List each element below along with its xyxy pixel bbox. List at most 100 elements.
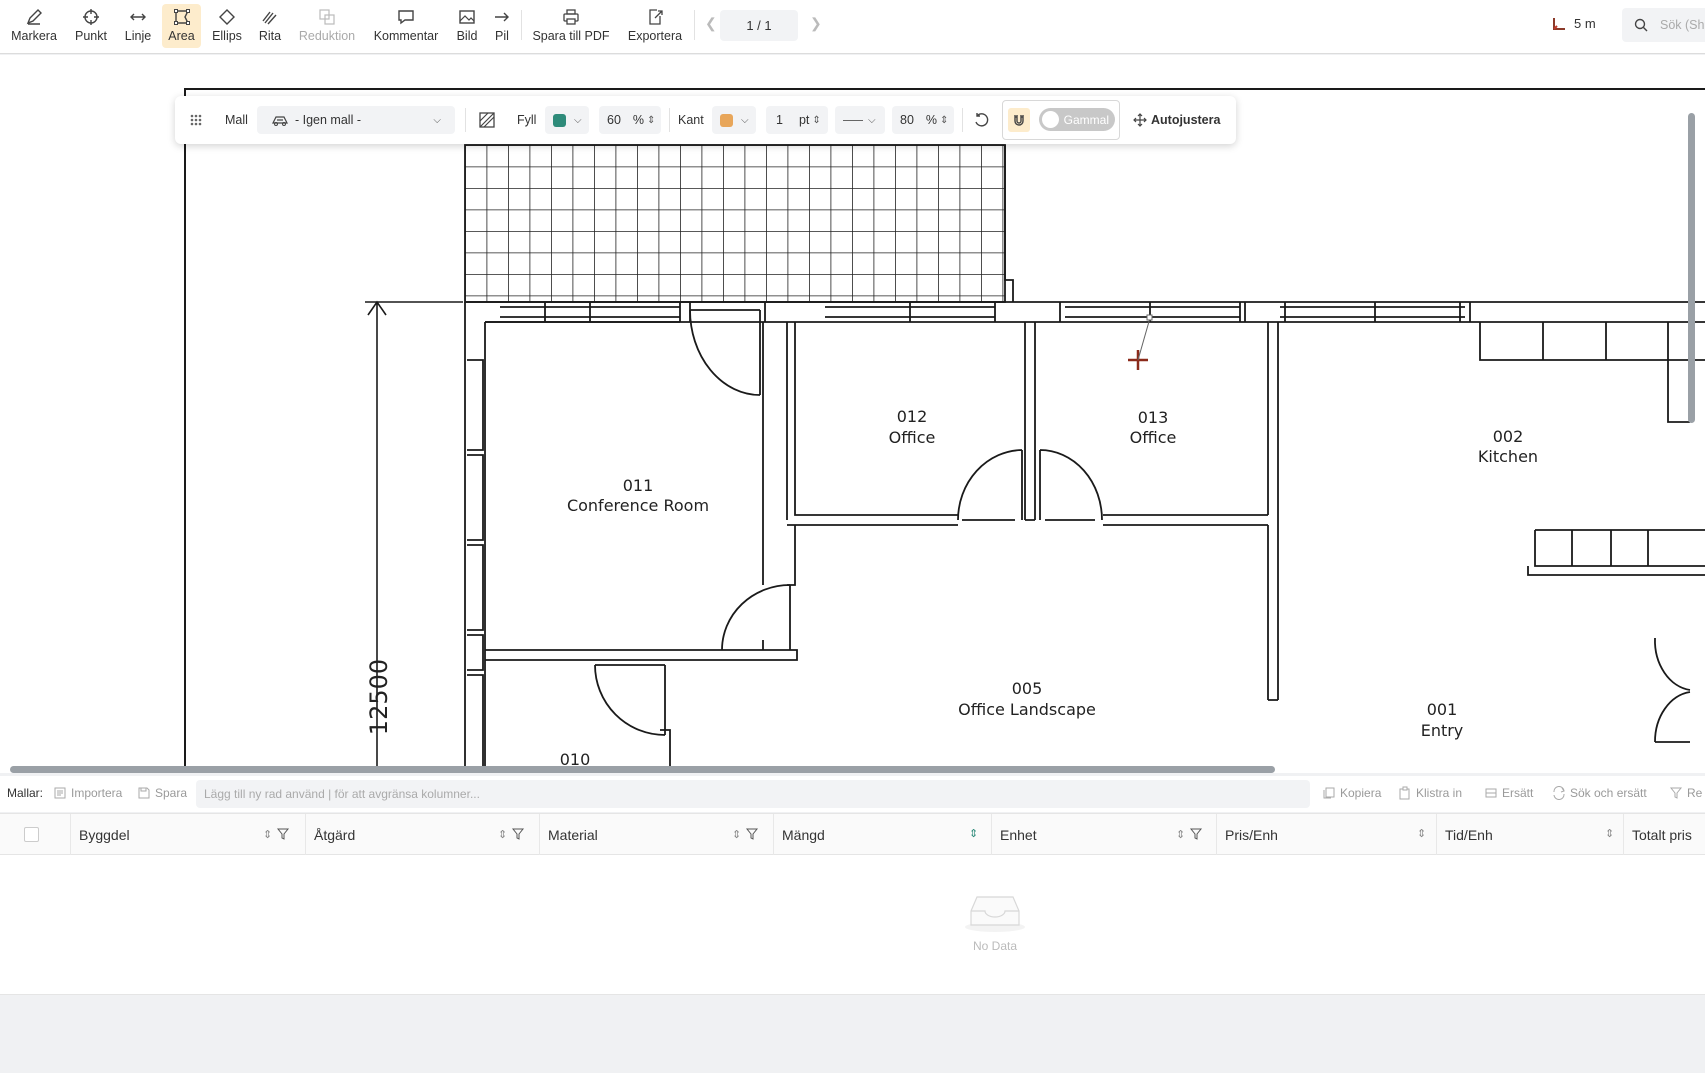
stepper-icon[interactable]: ⇕: [940, 115, 948, 126]
copy-button[interactable]: Kopiera: [1322, 786, 1381, 800]
replace-label: Ersätt: [1502, 786, 1534, 800]
filter-icon[interactable]: [745, 827, 759, 841]
column-header-mangd[interactable]: Mängd ⇕: [773, 814, 991, 855]
find-replace-button[interactable]: Sök och ersätt: [1552, 786, 1647, 800]
area-polygon-icon: [173, 9, 190, 25]
column-header-tid-enh[interactable]: Tid/Enh ⇕: [1436, 814, 1623, 855]
tool-bild-button[interactable]: Bild: [452, 4, 482, 48]
column-header-atgard[interactable]: Åtgärd ⇕: [305, 814, 539, 855]
search-input[interactable]: Sök (Shift+F): [1622, 8, 1705, 42]
search-icon: [1634, 18, 1648, 32]
toolbar-divider: [694, 10, 695, 40]
drag-handle-icon[interactable]: [189, 96, 203, 144]
tool-pil-button[interactable]: Pil: [490, 4, 514, 48]
paste-button[interactable]: Klistra in: [1398, 786, 1462, 800]
import-icon: [54, 787, 66, 799]
column-header-enhet[interactable]: Enhet ⇕: [991, 814, 1216, 855]
column-header-material[interactable]: Material ⇕: [539, 814, 773, 855]
filter-icon[interactable]: [511, 827, 525, 841]
reduction-icon: [319, 9, 335, 25]
prev-page-icon[interactable]: ❮: [705, 15, 717, 32]
empty-state: No Data: [955, 889, 1035, 953]
import-label: Importera: [71, 786, 123, 800]
sort-icon[interactable]: ⇕: [263, 828, 272, 841]
divider: [962, 108, 963, 132]
sort-icon[interactable]: ⇕: [969, 827, 978, 840]
column-label: Material: [548, 826, 598, 843]
chevron-down-icon: ⌵: [433, 114, 441, 126]
drawing-canvas[interactable]: 011 Conference Room 012 Office 013 Offic…: [0, 55, 1705, 773]
import-button[interactable]: Importera: [53, 786, 122, 800]
column-header-totalt-pris[interactable]: Totalt pris: [1623, 814, 1705, 855]
sort-icon[interactable]: ⇕: [1417, 827, 1426, 840]
new-row-input[interactable]: Lägg till ny rad använd | för att avgrän…: [196, 780, 1310, 808]
filter-icon[interactable]: [276, 827, 290, 841]
column-label: Totalt pris: [1632, 826, 1692, 843]
footer-area: [0, 996, 1705, 1073]
export-button[interactable]: Exportera: [624, 4, 686, 48]
save-template-button[interactable]: Spara: [137, 786, 187, 800]
fill-pattern-icon[interactable]: [478, 96, 496, 144]
tool-linje-button[interactable]: Linje: [120, 4, 156, 48]
fill-opacity-input[interactable]: 60 % ⇕: [599, 106, 661, 134]
legacy-toggle[interactable]: Gammal: [1039, 108, 1115, 131]
fill-color-picker[interactable]: ⌵: [545, 106, 589, 134]
page-indicator[interactable]: 1 / 1: [720, 10, 798, 41]
select-all-checkbox[interactable]: [24, 827, 39, 842]
stepper-icon[interactable]: ⇕: [812, 115, 820, 126]
search-placeholder: Sök (Shift+F): [1660, 18, 1705, 32]
floorplan-drawing[interactable]: 011 Conference Room 012 Office 013 Offic…: [0, 55, 1705, 773]
toolbar-divider: [521, 10, 522, 40]
tool-reduktion-button[interactable]: Reduktion: [295, 4, 359, 48]
toggle-knob: [1042, 111, 1059, 128]
column-label: Tid/Enh: [1445, 826, 1493, 843]
sort-icon[interactable]: ⇕: [732, 828, 741, 841]
template-select[interactable]: - Igen mall - ⌵: [257, 106, 455, 134]
tool-kommentar-button[interactable]: Kommentar: [370, 4, 442, 48]
tool-markera-button[interactable]: Markera: [8, 4, 60, 48]
sort-icon[interactable]: ⇕: [1176, 828, 1185, 841]
border-width-input[interactable]: 1 pt ⇕: [766, 106, 828, 134]
column-header-byggdel[interactable]: Byggdel ⇕: [70, 814, 305, 855]
filter-icon[interactable]: [1189, 827, 1203, 841]
tool-ellips-button[interactable]: Ellips: [208, 4, 246, 48]
line-style-select[interactable]: ⌵: [835, 106, 885, 134]
magnet-icon[interactable]: [1008, 108, 1030, 132]
tool-label: Markera: [11, 29, 57, 43]
find-replace-icon: [1553, 786, 1565, 800]
top-toolbar: Markera Punkt Linje Area Ellips Rita Red…: [0, 0, 1705, 54]
property-bar: Mall - Igen mall - ⌵ Fyll ⌵ 60 % ⇕ Kant …: [175, 96, 1236, 144]
save-pdf-button[interactable]: Spara till PDF: [530, 4, 612, 48]
image-icon: [459, 10, 475, 24]
vertical-scrollbar[interactable]: [1688, 113, 1695, 423]
tool-rita-button[interactable]: Rita: [254, 4, 286, 48]
border-label: Kant: [678, 113, 704, 127]
tool-label: Linje: [124, 29, 152, 43]
tool-punkt-button[interactable]: Punkt: [70, 4, 112, 48]
sort-icon[interactable]: ⇕: [498, 828, 507, 841]
tool-area-button[interactable]: Area: [162, 4, 201, 48]
room-name: Kitchen: [1478, 447, 1538, 466]
remove-button[interactable]: Re: [1669, 786, 1702, 800]
border-width-value: 1: [776, 113, 783, 127]
export-icon: [649, 9, 663, 25]
replace-button[interactable]: Ersätt: [1484, 786, 1533, 800]
reset-icon[interactable]: [973, 96, 989, 144]
arrow-icon: [495, 12, 509, 22]
scale-indicator[interactable]: 5 m: [1552, 16, 1596, 31]
chevron-down-icon: ⌵: [574, 114, 582, 126]
next-page-icon[interactable]: ❯: [810, 15, 822, 32]
tool-label: Exportera: [627, 29, 683, 43]
border-color-picker[interactable]: ⌵: [712, 106, 756, 134]
wall-lines: [184, 88, 1705, 773]
stepper-icon[interactable]: ⇕: [647, 115, 655, 126]
autofit-button[interactable]: Autojustera: [1133, 96, 1220, 144]
sort-icon[interactable]: ⇕: [1605, 827, 1614, 840]
border-opacity-input[interactable]: 80 % ⇕: [892, 106, 954, 134]
horizontal-scrollbar[interactable]: [10, 766, 1275, 773]
room-name: Office: [889, 428, 936, 447]
template-value: - Igen mall -: [295, 113, 361, 127]
move-arrows-icon: [1133, 113, 1147, 127]
ruler-icon: [1553, 17, 1565, 30]
column-header-pris-enh[interactable]: Pris/Enh ⇕: [1216, 814, 1436, 855]
